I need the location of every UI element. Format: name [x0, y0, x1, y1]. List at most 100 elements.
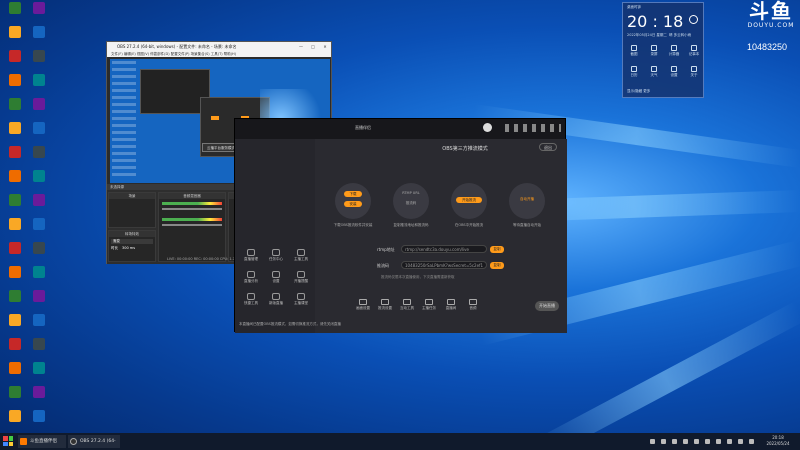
system-tray[interactable] — [650, 437, 760, 446]
scenes-dock[interactable]: 场景 — [108, 192, 156, 228]
desktop-icon[interactable] — [26, 194, 52, 218]
desktop-icon[interactable] — [26, 314, 52, 338]
tray-icon[interactable] — [716, 439, 721, 444]
copy-key-button[interactable]: 复制 — [490, 262, 504, 269]
sidebar-item[interactable]: 主播工具 — [289, 249, 313, 262]
mixer-dock[interactable]: 音频混音器 — [158, 192, 226, 262]
desktop-icon[interactable] — [2, 266, 28, 290]
desktop-icon[interactable] — [2, 122, 28, 146]
desktop-icon[interactable] — [2, 314, 28, 338]
douyu-avatar[interactable] — [483, 123, 492, 132]
download-pill[interactable]: 下载 — [344, 191, 362, 197]
tool-picture[interactable]: 画面设置 — [351, 299, 375, 311]
taskbar-item-douyu[interactable]: 斗鱼直播伴侣 — [18, 435, 66, 448]
start-button[interactable] — [3, 436, 13, 446]
sidebar-item[interactable]: 开播提醒 — [289, 271, 313, 284]
taskbar-clock[interactable]: 20:18 2022/05/24 — [758, 435, 798, 447]
desktop-icon[interactable] — [2, 170, 28, 194]
desktop-icon[interactable] — [26, 2, 52, 26]
sidebar-item[interactable]: 设置 — [264, 271, 288, 284]
taskbar-item-obs[interactable]: OBS 27.2.4 (64-bit)... — [68, 435, 120, 448]
install-pill[interactable]: 安装 — [344, 201, 362, 207]
tool-interact[interactable]: 互动工具 — [395, 299, 419, 311]
desktop-icon[interactable] — [2, 194, 28, 218]
obs-menubar[interactable]: 文件(F) 编辑(E) 视图(V) 停靠部件(D) 配置文件(P) 场景集合(S… — [107, 51, 331, 57]
tool-room[interactable]: 直播间 — [439, 299, 463, 311]
widget-button[interactable]: 截图 — [625, 43, 643, 62]
widget-button[interactable]: 设置 — [665, 64, 683, 83]
tray-icon[interactable] — [738, 439, 743, 444]
desktop-icon[interactable] — [26, 290, 52, 314]
exit-button[interactable]: 退出 — [539, 143, 557, 151]
desktop-icon[interactable] — [2, 26, 28, 50]
desktop-icon[interactable] — [2, 218, 28, 242]
sidebar-item[interactable]: 任务中心 — [264, 249, 288, 262]
widget-button[interactable]: 天气 — [645, 64, 663, 83]
tray-icon[interactable] — [650, 439, 655, 444]
desktop-icon[interactable] — [2, 98, 28, 122]
tray-icon[interactable] — [749, 439, 754, 444]
desktop-icon[interactable] — [2, 2, 28, 26]
copy-rtmp-button[interactable]: 复制 — [490, 246, 504, 253]
start-live-button[interactable]: 开始直播 — [535, 301, 559, 311]
widget-button[interactable]: 日历 — [625, 64, 643, 83]
sidebar-item[interactable]: 快捷工具 — [239, 293, 263, 306]
douyu-assistant-window[interactable]: 直播伴侣 直播管理 任务中心 主播工具 直播分析 设置 开播提醒 快捷工具 新版直播 主播课堂 … — [234, 118, 567, 333]
desktop-icon[interactable] — [26, 266, 52, 290]
widget-button[interactable]: 记事本 — [685, 43, 703, 62]
duration-input[interactable]: 300 ms — [122, 246, 135, 251]
rtmp-field[interactable]: rtmp://sendtc3a.douyu.com/live — [401, 245, 487, 253]
desktop-icon[interactable] — [2, 410, 28, 434]
obs-titlebar[interactable]: OBS 27.2.4 (64-bit, windows) - 配置文件: 未命名… — [107, 42, 331, 51]
minimize-button[interactable]: — — [295, 42, 307, 51]
desktop-icon[interactable] — [26, 74, 52, 98]
tool-stream[interactable]: 推流设置 — [373, 299, 397, 311]
desktop-icon[interactable] — [2, 338, 28, 362]
desktop-icon[interactable] — [2, 146, 28, 170]
clock-footer[interactable]: 显示/隐藏 更多 — [627, 89, 650, 94]
desktop-icon[interactable] — [26, 362, 52, 386]
stream-key-field[interactable]: 10483250rSaLPbmK?wsSecret=5c2ef1 — [401, 261, 487, 269]
desktop-icon[interactable] — [26, 122, 52, 146]
desktop-icon[interactable] — [26, 146, 52, 170]
desktop-icon[interactable] — [2, 386, 28, 410]
desktop-icon[interactable] — [2, 290, 28, 314]
sidebar-item[interactable]: 主播课堂 — [289, 293, 313, 306]
tray-icon[interactable] — [705, 439, 710, 444]
desktop-icon[interactable] — [2, 50, 28, 74]
desktop-icon[interactable] — [2, 74, 28, 98]
tool-tasks[interactable]: 主播任务 — [417, 299, 441, 311]
desktop-icon[interactable] — [2, 362, 28, 386]
desktop-icon[interactable] — [26, 170, 52, 194]
window-controls[interactable] — [505, 124, 561, 132]
tray-icon[interactable] — [727, 439, 732, 444]
widget-button[interactable]: 计算器 — [665, 43, 683, 62]
tray-icon[interactable] — [683, 439, 688, 444]
desktop-icon[interactable] — [26, 98, 52, 122]
tray-icon[interactable] — [694, 439, 699, 444]
transitions-dock[interactable]: 转场特效 渐变 时长 300 ms — [108, 230, 156, 262]
mixer-slider[interactable] — [162, 224, 222, 226]
clock-widget[interactable]: 桌面时钟 20 : 18 2022年05月24日 星期二 晴 多云转小雨 截图 录… — [622, 2, 704, 98]
widget-button[interactable]: 关于 — [685, 64, 703, 83]
desktop-icon[interactable] — [26, 386, 52, 410]
maximize-button[interactable]: □ — [307, 42, 319, 51]
desktop-icon[interactable] — [26, 218, 52, 242]
tool-audio[interactable]: 音频 — [461, 299, 485, 311]
desktop-icon[interactable] — [2, 242, 28, 266]
close-button[interactable]: ✕ — [319, 42, 331, 51]
desktop-icon[interactable] — [26, 50, 52, 74]
desktop-icon[interactable] — [26, 26, 52, 50]
sidebar-item[interactable]: 新版直播 — [264, 293, 288, 306]
tray-icon[interactable] — [672, 439, 677, 444]
desktop-icon[interactable] — [26, 242, 52, 266]
widget-button[interactable]: 录屏 — [645, 43, 663, 62]
sidebar-item[interactable]: 直播分析 — [239, 271, 263, 284]
mixer-slider[interactable] — [162, 208, 222, 210]
desktop-icon[interactable] — [26, 338, 52, 362]
widget-buttons[interactable]: 截图 录屏 计算器 记事本日历 天气 设置 关于 — [625, 43, 703, 83]
desktop-icon[interactable] — [26, 410, 52, 434]
transition-select[interactable]: 渐变 — [111, 239, 153, 244]
tray-icon[interactable] — [661, 439, 666, 444]
douyu-tab[interactable]: 直播伴侣 — [355, 125, 371, 131]
